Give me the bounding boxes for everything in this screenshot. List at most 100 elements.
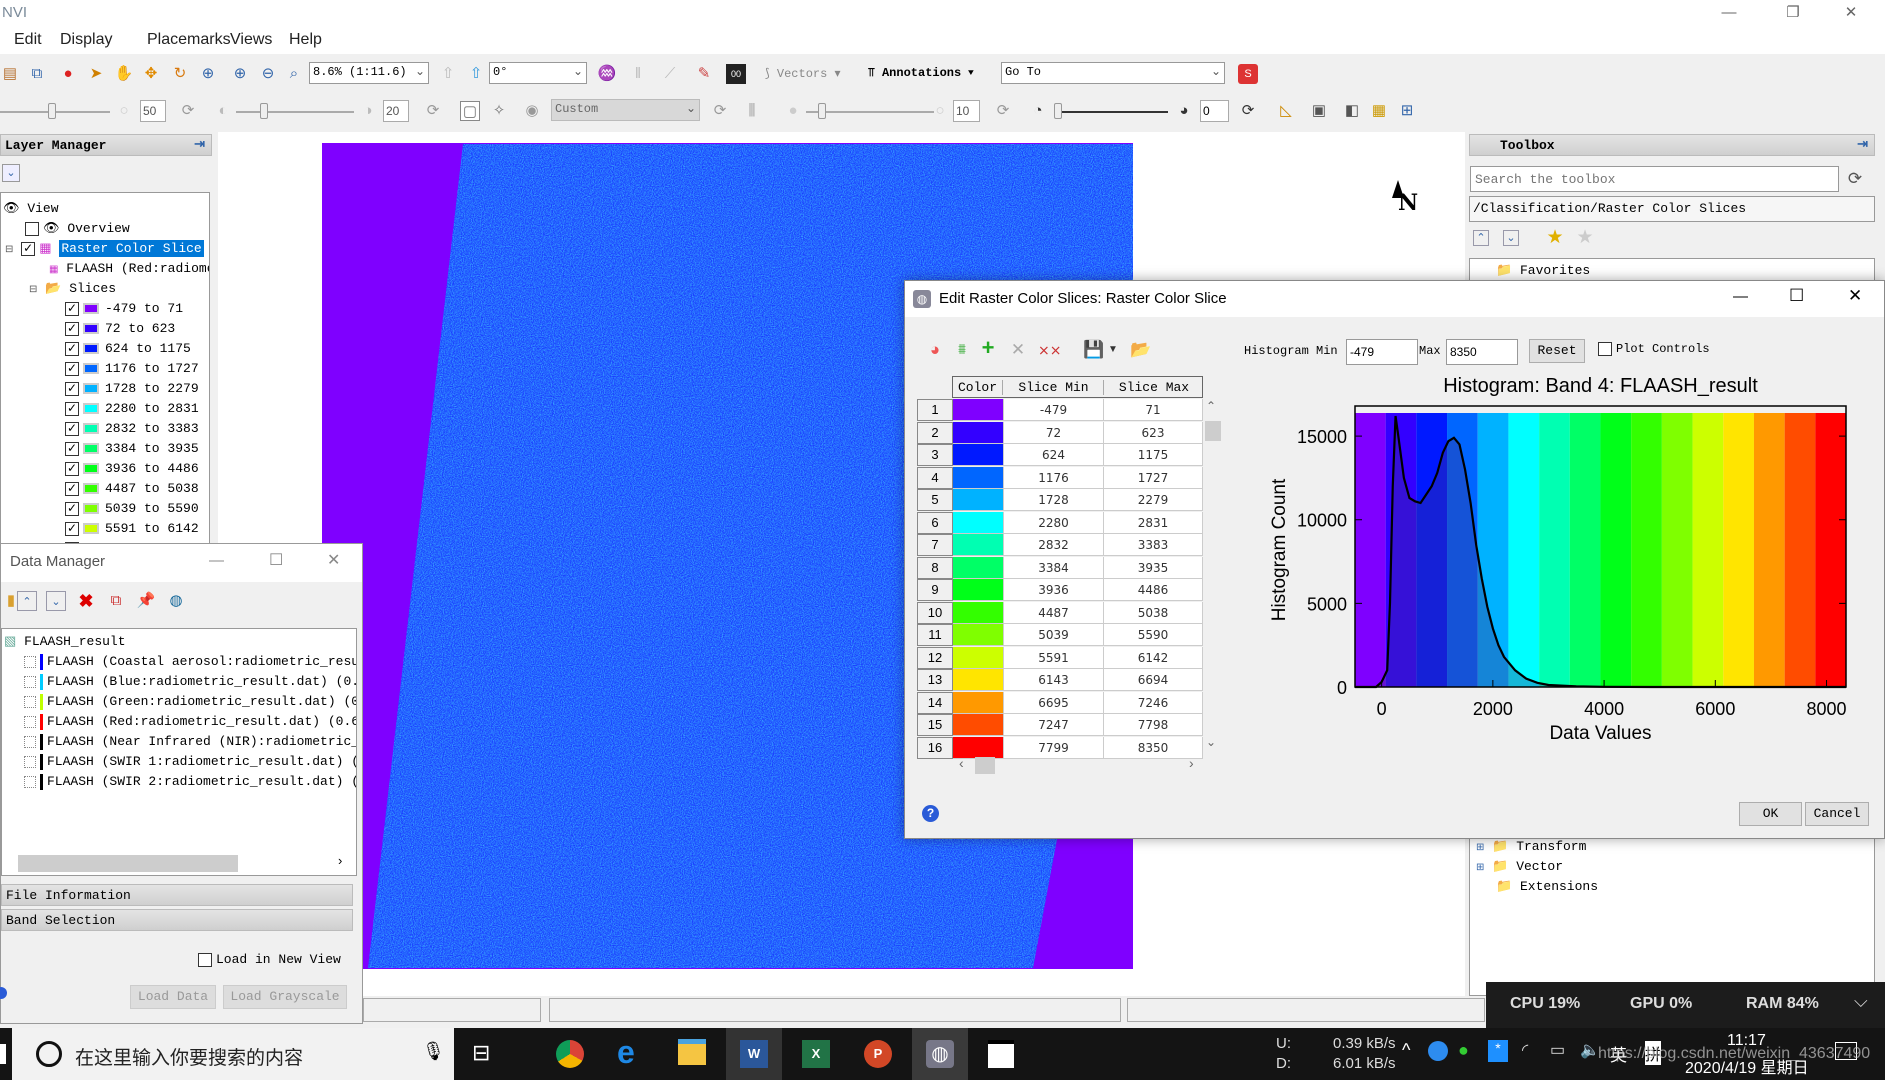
reset-button[interactable]: Reset [1529,339,1585,363]
column-header-slice-min[interactable]: Slice Min [1004,380,1104,395]
slice-min-cell[interactable]: 2832 [1004,534,1104,556]
ok-button[interactable]: OK [1739,802,1802,826]
tree-item-slice[interactable]: ✓ 1728 to 2279 [65,379,199,399]
slice-color-cell[interactable] [953,466,1004,489]
checkbox[interactable]: ✓ [65,461,79,476]
tree-item-overview[interactable]: 👁 Overview [25,219,130,239]
row-header[interactable]: 2 [917,421,953,444]
taskbar-word[interactable]: W [726,1028,782,1080]
row-header[interactable]: 10 [917,601,953,624]
slice-min-cell[interactable]: 7247 [1004,714,1104,736]
task-view-icon[interactable]: ⊟ [472,1040,490,1066]
slice-max-cell[interactable]: 5590 [1104,624,1203,646]
tree-item-band[interactable]: ▦ FLAASH (Red:radiometric_result.dat) [49,259,209,279]
slice-max-cell[interactable]: 6694 [1104,669,1203,691]
tree-item-slice[interactable]: ✓ 2280 to 2831 [65,399,199,419]
slice-color-cell[interactable] [953,691,1004,714]
fly-icon[interactable]: ✥ [141,64,161,84]
add-favorite-icon[interactable]: ★ [1545,228,1565,248]
reset-icon[interactable]: ⟳ [710,101,730,121]
move-down-icon[interactable]: ⌄ [1503,230,1519,246]
file-explorer-icon[interactable] [678,1039,706,1065]
placemark-icon[interactable]: ● [58,64,78,84]
view-flicker-icon[interactable]: ▦ [1369,101,1389,121]
move-up-icon[interactable]: ⌃ [1473,230,1489,246]
reset-icon[interactable]: ⟳ [993,101,1013,121]
slice-color-cell[interactable] [953,399,1004,421]
tray-app-icon[interactable]: * [1488,1040,1508,1062]
tree-item-vector[interactable]: ⊞ 📁 Vector [1476,857,1563,877]
checkbox[interactable] [24,735,36,748]
load-new-view-checkbox[interactable]: Load in New View [198,952,341,967]
menu-placemarks[interactable]: Placemarks [147,31,231,49]
close-button[interactable]: ✕ [1828,0,1874,26]
tree-item-band[interactable]: FLAASH (Green:radiometric_result.dat) (0… [24,692,356,712]
load-grayscale-button[interactable]: Load Grayscale [223,985,347,1009]
slice-min-cell[interactable]: 2280 [1004,511,1104,534]
slice-max-cell[interactable]: 3383 [1104,534,1203,556]
slice-color-cell[interactable] [953,511,1004,534]
tree-item-band[interactable]: FLAASH (Red:radiometric_result.dat) (0.6… [24,712,356,732]
slice-min-cell[interactable]: 3936 [1004,579,1104,601]
tree-item-slice[interactable]: ✓ 624 to 1175 [65,339,191,359]
row-header[interactable]: 11 [917,624,953,646]
menu-display[interactable]: Display [60,31,112,49]
file-information-section[interactable]: File Information [1,884,353,906]
pan-hand-icon[interactable]: ✋ [114,64,134,84]
toolbox-search-input[interactable] [1470,166,1839,192]
transparency-input[interactable]: 0 [1200,100,1229,122]
chevron-up-icon[interactable]: ^ [1402,1040,1410,1061]
tree-item-extensions[interactable]: 📁 Extensions [1496,877,1598,897]
transparency-slider[interactable] [1058,111,1168,113]
minimize-button[interactable]: — [1706,0,1752,26]
checkbox[interactable]: ✓ [65,341,79,356]
view-blend-icon[interactable]: ◧ [1342,101,1362,121]
tree-item-band[interactable]: FLAASH (SWIR 1:radiometric_result.dat) (… [24,752,356,772]
reset-icon[interactable]: ⟳ [423,101,443,121]
vertical-scrollbar-thumb[interactable] [1205,421,1221,441]
pin-icon[interactable]: 📌 [136,591,156,611]
scroll-left-icon[interactable]: ‹ [959,755,964,771]
select-arrow-icon[interactable]: ➤ [86,64,106,84]
chevron-down-icon[interactable]: ⌄ [2,164,20,182]
stretch-icon[interactable]: ◉ [522,101,542,121]
slice-min-cell[interactable]: 1176 [1004,466,1104,489]
slice-color-cell[interactable] [953,444,1004,466]
zoom-full-icon[interactable]: ⌕ [284,64,304,84]
row-header[interactable]: 4 [917,466,953,489]
contrast-input[interactable]: 20 [383,100,409,122]
row-header[interactable]: 3 [917,444,953,466]
expand-icon[interactable]: ⊞ [1476,843,1484,854]
tree-item-slice[interactable]: ✓ 3936 to 4486 [65,459,199,479]
stretch-combo[interactable]: Custom ⌄ [551,99,700,121]
extension-icon[interactable]: S [1238,64,1258,84]
checkbox[interactable]: ✓ [65,321,79,336]
reset-icon[interactable]: ⟳ [1238,101,1258,121]
help-icon[interactable]: ? [922,805,939,822]
checkbox[interactable]: ✓ [65,521,79,536]
slice-min-cell[interactable]: -479 [1004,399,1104,421]
scroll-right-icon[interactable]: › [1189,755,1194,771]
taskbar-search[interactable]: 在这里输入你要搜索的内容 🎙 [12,1028,454,1080]
slice-color-cell[interactable] [953,556,1004,579]
delete-all-icon[interactable]: ⨯⨯ [1038,340,1061,360]
brightness-input[interactable]: 50 [140,100,166,122]
counter-icon[interactable]: 00 [726,64,746,84]
row-header[interactable]: 7 [917,534,953,556]
tree-item-slice[interactable]: ✓ 2832 to 3383 [65,419,199,439]
rotate-north-icon[interactable]: ⇧ [438,64,458,84]
slice-min-cell[interactable]: 6695 [1004,691,1104,714]
tree-item-favorites[interactable]: 📁 Favorites [1496,261,1590,281]
microphone-icon[interactable]: 🎙 [422,1041,445,1062]
dock-icon[interactable]: ⇥ [1857,137,1868,152]
slice-min-cell[interactable]: 4487 [1004,601,1104,624]
checkbox[interactable]: ✓ [65,361,79,376]
photos-icon[interactable] [988,1040,1014,1068]
close-button[interactable]: ✕ [1848,286,1862,306]
cancel-button[interactable]: Cancel [1805,802,1869,826]
file-info-icon[interactable]: ◍ [166,591,186,611]
checkbox[interactable] [24,675,36,688]
slice-max-cell[interactable]: 2279 [1104,489,1203,511]
checkbox[interactable]: ✓ [21,241,36,256]
rotate-to-icon[interactable]: ⇧ [466,64,486,84]
